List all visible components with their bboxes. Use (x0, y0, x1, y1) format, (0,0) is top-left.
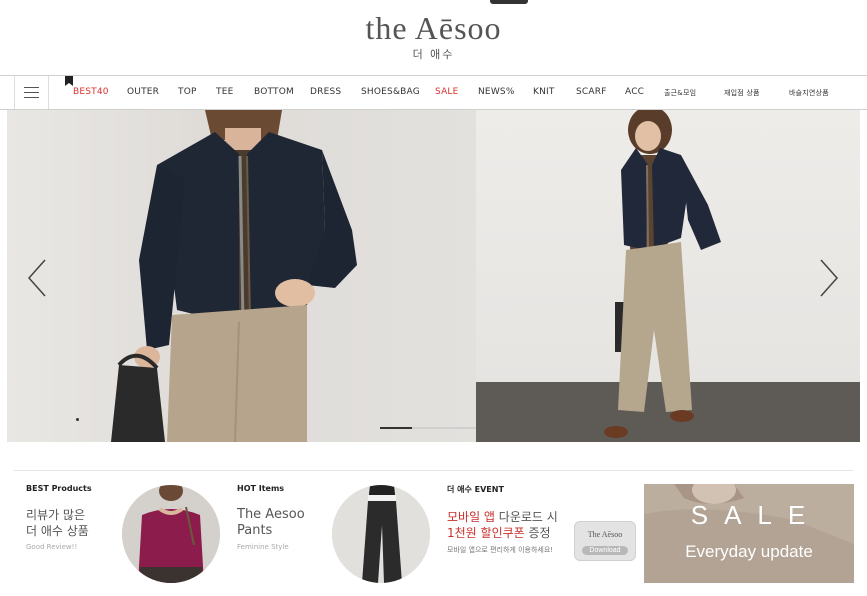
nav-item-bottom[interactable]: BOTTOM (254, 87, 294, 97)
promo-tagline: 모바일 앱으로 편리하게 이용하세요! (447, 546, 554, 554)
badge-title: The Aēsoo (587, 530, 623, 539)
sale-banner-image (644, 484, 854, 583)
top-tab (490, 0, 528, 4)
section-divider (14, 470, 853, 471)
promo-tagline: Feminine Style (237, 543, 289, 551)
nav-item-top[interactable]: TOP (178, 87, 197, 97)
hot-item-image[interactable] (332, 485, 430, 583)
site-logo[interactable]: the Aēsoo 더 애수 (0, 8, 867, 62)
promo-line: 리뷰가 많은 (26, 508, 86, 522)
promo-heading: HOT Items (237, 484, 285, 493)
nav-item-tee[interactable]: TEE (216, 87, 233, 97)
promo-line: 더 애수 상품 (26, 524, 89, 538)
model-image-right (604, 110, 721, 438)
nav-item-scarf[interactable]: SCARF (576, 87, 607, 97)
hero-slide-right (476, 110, 860, 442)
promo-highlight: 모바일 앱 (447, 510, 495, 524)
sale-subtitle: Everyday update (685, 542, 813, 561)
promo-hot-items[interactable]: HOT Items The Aesoo Pants Feminine Style (237, 484, 305, 551)
hero-slider[interactable] (7, 110, 860, 442)
nav-item-work-meeting[interactable]: 출근&모임 (664, 88, 696, 98)
promo-event[interactable]: 더 애수 EVENT 모바일 앱 다운로드 시 1천원 할인쿠폰 증정 모바일 … (447, 484, 558, 555)
download-button[interactable]: Download (582, 546, 628, 555)
promo-text: 증정 (524, 526, 551, 540)
hero-slide-left (7, 110, 476, 442)
next-slide-icon[interactable] (817, 258, 841, 298)
nav-item-acc[interactable]: ACC (625, 87, 644, 97)
slide-indicator[interactable] (412, 427, 476, 429)
slide-indicator-active[interactable] (380, 427, 412, 429)
sale-banner[interactable]: SALE Everyday update (644, 484, 854, 583)
promo-highlight: 1천원 할인쿠폰 (447, 526, 525, 540)
prev-slide-icon[interactable] (25, 258, 49, 298)
nav-item-shoes-bag[interactable]: SHOES&BAG (361, 87, 420, 97)
nav-item-sale[interactable]: SALE (435, 87, 459, 97)
sale-title: SALE (690, 500, 822, 530)
promo-text: 다운로드 시 (494, 510, 558, 524)
model-image-left (111, 110, 357, 442)
promo-heading: BEST Products (26, 484, 92, 493)
nav-item-dress[interactable]: DRESS (310, 87, 341, 97)
nav-item-outer[interactable]: OUTER (127, 87, 159, 97)
logo-text: the Aēsoo (365, 10, 502, 46)
nav-item-news[interactable]: NEWS% (478, 87, 515, 97)
nav-item-restock[interactable]: 재입점 상품 (724, 88, 760, 98)
best-product-image[interactable] (122, 485, 220, 583)
promo-best-products[interactable]: BEST Products 리뷰가 많은 더 애수 상품 Good Review… (26, 484, 92, 551)
nav-item-delayed[interactable]: 바슬지연상품 (789, 88, 829, 98)
nav-item-knit[interactable]: KNIT (533, 87, 555, 97)
logo-subtitle: 더 애수 (412, 48, 455, 61)
promo-line: Pants (237, 523, 273, 538)
category-nav: BEST40 OUTER TOP TEE BOTTOM DRESS SHOES&… (0, 75, 867, 110)
nav-item-best40[interactable]: BEST40 (73, 87, 109, 97)
slide-dot[interactable] (76, 418, 79, 421)
promo-heading: 더 애수 EVENT (447, 485, 504, 494)
promo-tagline: Good Review!! (26, 543, 78, 551)
app-download-badge[interactable]: The Aēsoo Download (574, 521, 636, 561)
promo-line: The Aesoo (237, 507, 305, 522)
